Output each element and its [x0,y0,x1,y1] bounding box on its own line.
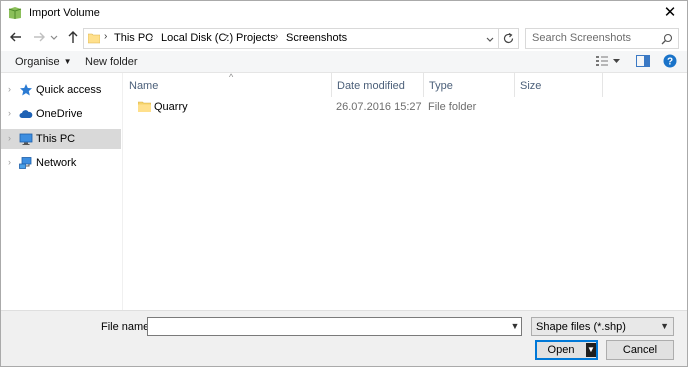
new-folder-button[interactable]: New folder [85,56,138,68]
svg-text:?: ? [667,57,673,68]
open-options-dropdown-icon[interactable]: ▼ [586,343,596,357]
breadcrumb-this-pc[interactable]: This PC [114,32,153,44]
expand-chevron-icon[interactable]: › [8,108,11,118]
expand-chevron-icon[interactable]: › [8,157,11,167]
refresh-button[interactable] [499,28,519,49]
search-box[interactable]: Search Screenshots [525,28,679,49]
expand-chevron-icon[interactable]: › [8,84,11,94]
file-type: File folder [428,101,477,113]
command-bar: Organise ▼ New folder ? [1,51,687,73]
close-button[interactable]: ✕ [659,3,681,23]
breadcrumb-separator: › [275,31,279,42]
cloud-icon [19,110,33,118]
nav-item-label: Network [36,157,77,169]
file-name: Quarry [154,101,188,113]
back-arrow-icon[interactable] [8,29,24,45]
column-header-type[interactable]: Type [424,73,515,97]
nav-item-label: This PC [36,133,76,145]
breadcrumb-separator: › [225,31,229,42]
search-placeholder: Search Screenshots [532,32,632,44]
new-folder-label: New folder [85,56,138,68]
breadcrumb-separator: › [150,31,154,42]
file-date-modified: 26.07.2016 15:27 [336,101,422,113]
title-bar: Import Volume ✕ [1,1,687,25]
chevron-down-icon: ▼ [660,321,669,331]
file-type-filter-value: Shape files (*.shp) [536,321,626,333]
column-header-name[interactable]: Name ^ [124,72,332,97]
breadcrumb-separator: › [104,31,108,42]
folder-icon [88,33,100,44]
file-name-input[interactable] [147,317,522,336]
nav-item-network[interactable]: › Network [1,153,121,173]
address-dropdown-icon[interactable] [484,32,496,46]
close-icon: ✕ [663,4,677,21]
cancel-button[interactable]: Cancel [606,340,674,360]
dropdown-arrow-icon: ▼ [63,57,72,66]
file-row[interactable]: Quarry 26.07.2016 15:27 File folder [124,97,684,116]
cancel-button-label: Cancel [622,344,658,356]
breadcrumb-screenshots[interactable]: Screenshots [286,32,347,44]
computer-icon [19,133,33,145]
network-icon [19,157,32,169]
navigation-row: › This PC › Local Disk (C:) › Projects ›… [1,25,687,51]
column-label: Type [429,80,453,92]
bottom-panel: File name: ▼ Shape files (*.shp) ▼ Open … [1,310,687,366]
search-icon [661,33,673,45]
organise-label: Organise [15,56,60,68]
column-header-date-modified[interactable]: Date modified [332,73,424,97]
nav-item-label: Quick access [36,84,102,96]
navigation-pane: › Quick access › OneDrive › This PC › Ne… [1,73,123,310]
import-volume-dialog: Import Volume ✕ › This PC › Local Disk (… [0,0,688,367]
window-title: Import Volume [29,7,100,19]
open-button-label: Open [547,344,575,356]
column-label: Date modified [337,80,405,92]
file-list: Name ^ Date modified Type Size Quarry 26… [124,72,687,310]
column-label: Name [129,80,159,92]
breadcrumb-projects[interactable]: Projects [236,32,276,44]
nav-item-this-pc[interactable]: › This PC [1,129,121,149]
recent-locations-chevron-icon[interactable] [49,29,59,45]
change-view-icon[interactable] [595,55,609,67]
refresh-icon [503,32,514,44]
nav-item-onedrive[interactable]: › OneDrive [1,104,121,124]
file-name-label: File name: [101,321,153,333]
nav-item-label: OneDrive [36,108,83,120]
breadcrumb-local-disk[interactable]: Local Disk (C:) [161,32,233,44]
column-label: Size [520,80,542,92]
app-icon [8,7,22,19]
file-type-filter-select[interactable]: Shape files (*.shp) ▼ [531,317,674,336]
folder-icon [138,101,151,112]
up-arrow-icon[interactable] [65,29,81,45]
forward-arrow-icon[interactable] [31,29,47,45]
help-icon[interactable]: ? [663,54,677,68]
view-options-chevron-icon[interactable] [612,57,621,65]
organise-button[interactable]: Organise ▼ [15,56,72,68]
star-icon [20,84,32,96]
expand-chevron-icon[interactable]: › [8,133,11,143]
address-bar[interactable]: › This PC › Local Disk (C:) › Projects ›… [83,28,499,49]
preview-pane-icon[interactable] [636,55,650,67]
column-header-size[interactable]: Size [515,73,603,97]
sort-ascending-icon: ^ [229,72,234,82]
open-button[interactable]: Open ▼ [535,340,598,360]
file-name-dropdown-icon[interactable]: ▼ [509,318,521,335]
nav-item-quick-access[interactable]: › Quick access [1,80,121,100]
